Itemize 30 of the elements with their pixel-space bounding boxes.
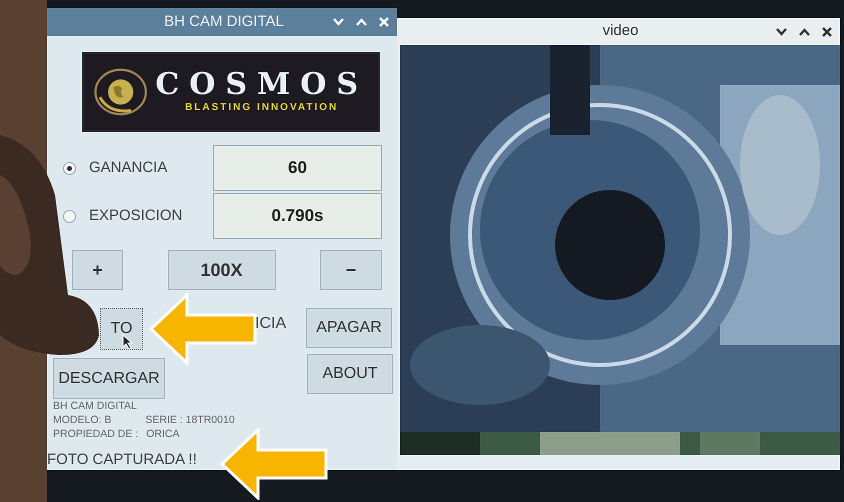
capture-button[interactable]: TO bbox=[100, 308, 143, 350]
minimize-icon[interactable] bbox=[776, 28, 787, 36]
logo-tagline: BLASTING INNOVATION bbox=[185, 101, 338, 116]
radio-label: GANANCIA bbox=[89, 158, 168, 178]
owner-label: PROPIEDAD DE : bbox=[53, 427, 138, 441]
model-text: MODELO: B bbox=[53, 413, 112, 427]
radio-button[interactable] bbox=[63, 210, 76, 222]
off-button[interactable]: APAGAR bbox=[306, 308, 392, 348]
serial-text: SERIE : 18TR0010 bbox=[145, 413, 235, 427]
zoom-button[interactable]: 100X bbox=[168, 250, 276, 290]
plus-button[interactable]: + bbox=[72, 250, 123, 290]
close-icon[interactable] bbox=[822, 26, 832, 36]
owner-text: ORICA bbox=[146, 427, 180, 441]
status-message: FOTO CAPTURADA !! bbox=[47, 450, 198, 470]
value-field[interactable]: 60 bbox=[213, 145, 382, 191]
download-button[interactable]: DESCARGAR bbox=[53, 358, 165, 399]
window-title: BH CAM DIGITAL bbox=[163, 12, 285, 32]
cursor-icon bbox=[122, 334, 133, 350]
minus-button[interactable]: − bbox=[320, 250, 382, 290]
radio-label: EXPOSICION bbox=[89, 206, 184, 226]
logo-wordmark: COSMOS bbox=[155, 68, 368, 100]
window-title: video bbox=[602, 21, 640, 42]
device-name: BH CAM DIGITAL bbox=[53, 399, 138, 413]
maximize-icon[interactable] bbox=[799, 28, 810, 36]
radio-button[interactable] bbox=[63, 162, 76, 174]
about-button[interactable]: ABOUT bbox=[307, 354, 393, 394]
value-field[interactable]: 0.790s bbox=[213, 193, 382, 239]
arrow-icon bbox=[220, 428, 328, 500]
arrow-icon bbox=[149, 293, 257, 365]
partial-label: ICIA bbox=[255, 314, 286, 334]
